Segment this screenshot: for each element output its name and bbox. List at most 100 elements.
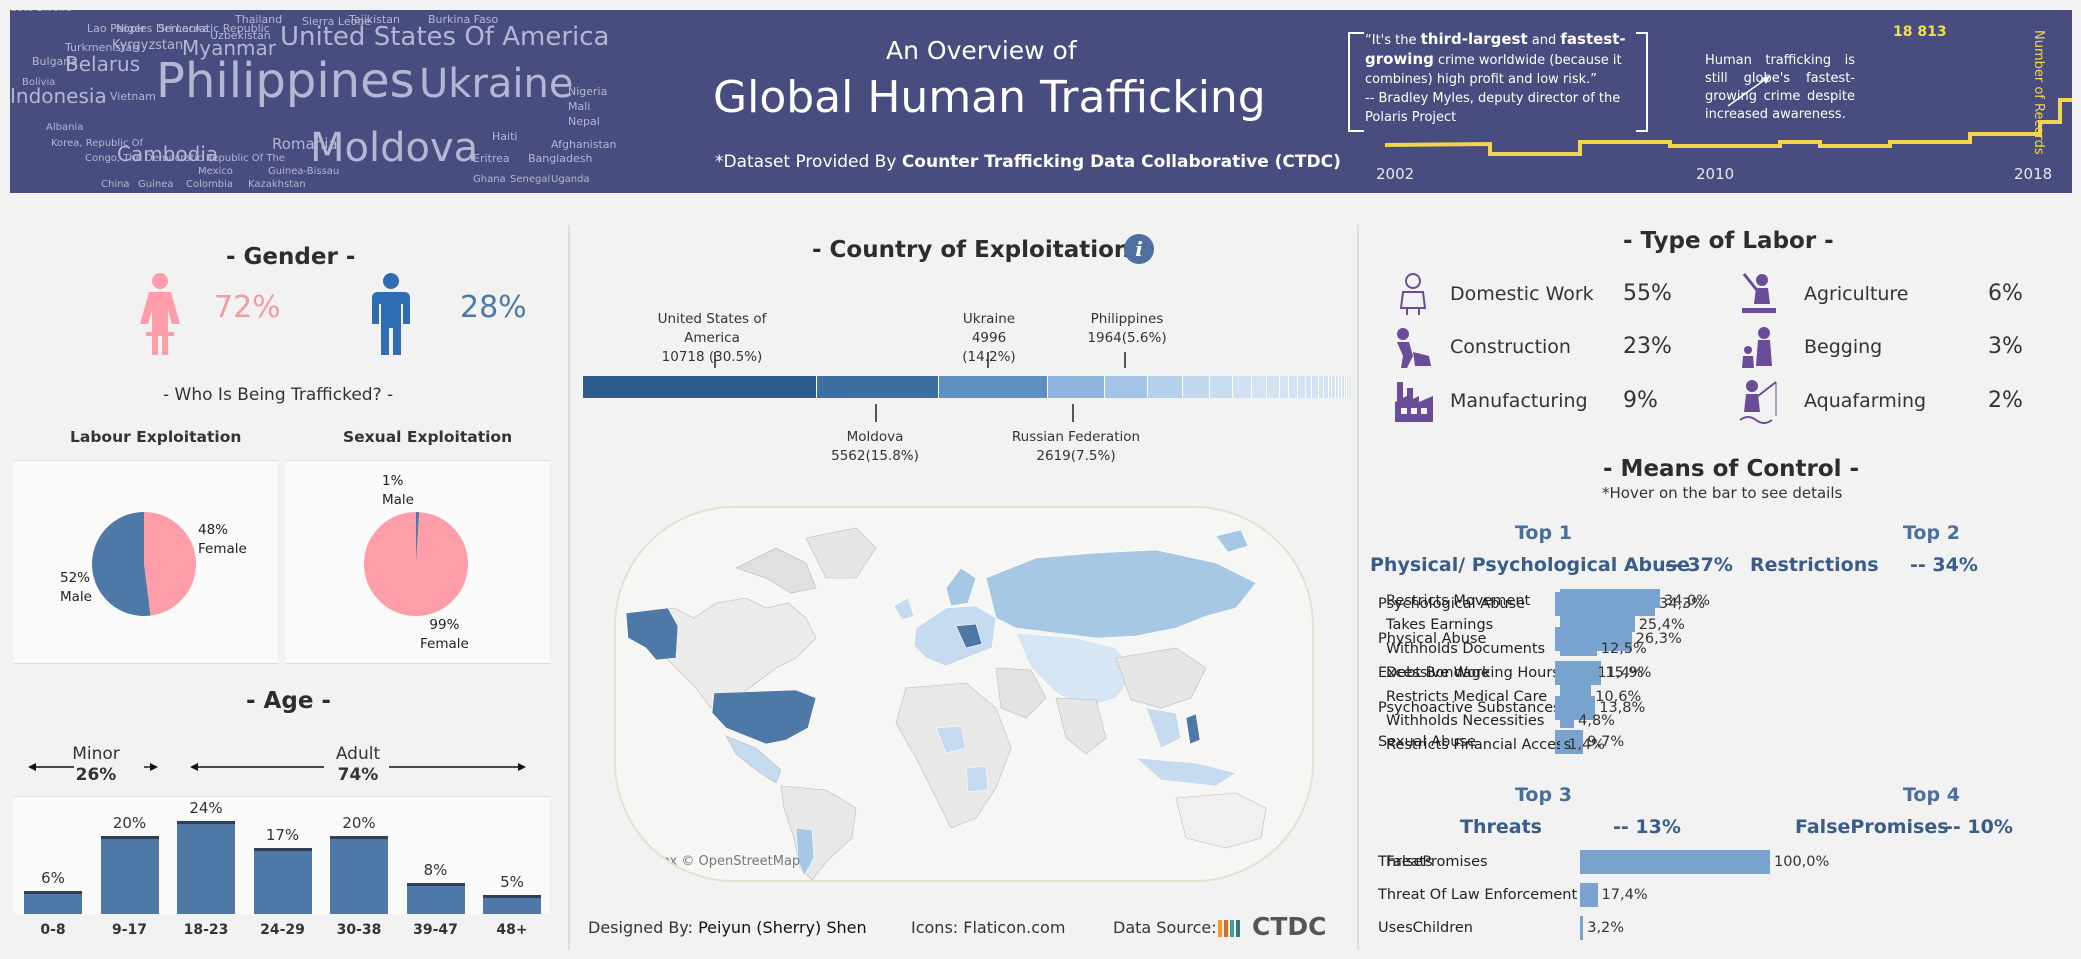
country-word-cloud: Philippines Ukraine Moldova United States O… [10,10,616,193]
labor-agriculture-pct: 6% [1988,281,2023,306]
labor-aquafarming: Aquafarming [1804,390,1927,412]
sexual-pie-chart [364,512,468,616]
labor-manufacturing-pct: 9% [1623,388,1658,413]
word-cloud-country: Senegal [510,174,551,185]
control-item-label: Restricts Medical Care [1386,689,1548,705]
country-bar-segment[interactable] [1297,376,1306,398]
country-bar-segment[interactable] [1267,376,1280,398]
greenland-region [805,527,877,579]
russia-region [985,549,1257,639]
word-cloud-country: Mali [568,100,591,114]
country-bar-segment[interactable] [938,376,1048,398]
country-bar-segment[interactable] [583,376,818,398]
gender-title: - Gender - [226,244,356,270]
age-bar-39-47[interactable] [406,882,465,914]
age-category-label: 30-38 [336,922,382,938]
age-bar-9-17[interactable] [100,836,159,914]
control-rank-label: Top 4 [1903,784,1960,806]
word-cloud-country: Ghana [473,174,506,185]
control-bar[interactable] [1560,589,1660,608]
country-label-moldova: Moldova 5562(15.8%) [831,429,919,464]
control-bar[interactable] [1560,685,1592,704]
age-value-label: 6% [41,868,65,887]
labour-male-slice[interactable] [92,512,151,616]
word-cloud-country: Nepal [568,115,600,129]
word-cloud-country: Albania [46,122,84,133]
control-item-value: 10,6% [1595,689,1642,705]
alaska-region [625,607,679,661]
labor-title: - Type of Labor - [1623,228,1834,254]
country-share-bar[interactable] [583,376,1351,398]
control-item-value: 17,4% [1601,887,1648,903]
ctdc-logo-text[interactable]: CTDC [1252,912,1327,941]
country-bar-segment[interactable] [1148,376,1183,398]
sexual-female-label: 99% Female [420,617,469,652]
control-item-value: 25,4% [1638,617,1685,633]
control-bar[interactable] [1560,733,1565,752]
word-cloud-country: Niger [116,22,146,36]
spark-peak-label: 18 813 [1893,24,1947,40]
control-category-pct: -- 34% [1910,554,1978,576]
control-item-label: Debt Bondage [1386,665,1490,681]
farmer-icon [1742,273,1776,313]
word-cloud-country: Bulgaria [32,55,78,69]
control-bar[interactable] [1560,661,1594,680]
control-item-value: 11,4% [1597,665,1644,681]
word-cloud-country: Sri Lanka [158,22,209,36]
word-cloud-country: Vietnam [110,90,156,104]
world-map[interactable]: ox © OpenStreetMap [614,506,1314,882]
control-bar[interactable] [1560,709,1575,728]
country-bar-segment[interactable] [1232,376,1252,398]
age-value-label: 20% [342,814,376,833]
country-label-russia: Russian Federation 2619(7.5%) [1011,429,1141,464]
info-icon[interactable]: i [1124,234,1154,264]
age-bar-24-29[interactable] [253,848,312,914]
country-title: - Country of Exploitation - [812,237,1148,263]
labor-domestic-work-pct: 55% [1623,281,1672,306]
control-bar[interactable] [1640,850,1770,874]
country-bar-segment[interactable] [1305,376,1313,398]
control-category-pct: -- 37% [1665,554,1733,576]
control-rank-label: Top 2 [1903,522,1960,544]
year-2018: 2018 [2014,165,2053,183]
country-bar-segment[interactable] [1346,376,1350,398]
age-bar-18-23[interactable] [177,820,235,914]
age-bar-48+[interactable] [483,894,541,914]
age-bar-30-38[interactable] [330,836,388,914]
usa-region [711,689,817,745]
country-bar-segment[interactable] [1209,376,1233,398]
control-bar[interactable] [1560,637,1597,656]
country-bar-segment[interactable] [1279,376,1290,398]
control-bar[interactable] [1560,613,1635,632]
male-icon [372,273,410,355]
control-bar[interactable] [1580,883,1598,907]
labor-construction: Construction [1450,336,1571,358]
factory-icon [1395,382,1433,422]
word-cloud-country: Uganda [551,174,590,185]
sexual-female-slice[interactable] [364,512,468,616]
control-item-label: FalsePromises [1386,854,1488,870]
country-bar-segment[interactable] [1047,376,1106,398]
divider-right [1357,225,1359,950]
age-bar-0-8[interactable] [24,890,82,914]
age-category-label: 9-17 [111,922,148,938]
country-bar-segment[interactable] [1182,376,1210,398]
word-cloud-country: Mexico [198,166,233,177]
age-value-label: 8% [423,860,448,879]
word-cloud-country: Philippines [156,53,415,110]
year-2002: 2002 [1376,165,1415,183]
labor-begging: Begging [1804,336,1883,358]
control-item-label: Takes Earnings [1386,617,1494,633]
country-bar-segment[interactable] [1105,376,1149,398]
word-cloud-country: Haiti [492,130,518,144]
country-bar-segment[interactable] [1251,376,1268,398]
labour-female-slice[interactable] [144,512,197,616]
word-cloud-country: Burkina Faso [428,13,499,27]
age-value-label: 24% [189,798,223,817]
country-bar-segment[interactable] [817,376,939,398]
divider-left [568,225,570,950]
age-title: - Age - [246,688,331,714]
control-bar[interactable] [1580,916,1584,940]
age-value-label: 5% [500,872,524,891]
country-bar-segment[interactable] [1289,376,1298,398]
